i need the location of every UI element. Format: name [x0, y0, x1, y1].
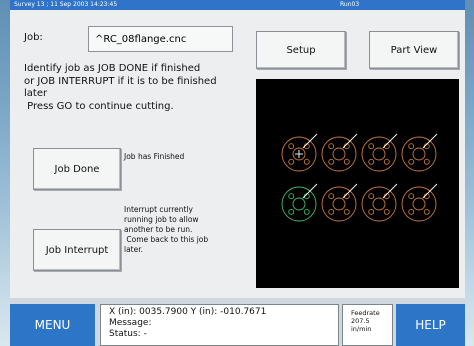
interrupt-desc-line: later. — [124, 245, 144, 254]
title-bar: Survey 13 ; 11 Sep 2003 14:23:45 Run03 — [10, 0, 465, 10]
job-done-description: Job has Finished — [124, 152, 185, 161]
instruction-line: or JOB INTERRUPT if it is to be finished — [24, 75, 217, 87]
flange-part — [361, 133, 398, 172]
feedrate-box: Feedrate 207.5 in/min — [342, 304, 393, 346]
part-preview-drawing — [281, 133, 438, 222]
interrupt-desc-line: Interrupt currently — [124, 205, 193, 214]
message-line: Message: — [109, 318, 152, 328]
help-button[interactable]: HELP — [396, 304, 465, 346]
flange-part — [321, 133, 358, 172]
part-preview-canvas[interactable] — [256, 79, 459, 288]
instruction-line: Press GO to continue cutting. — [24, 100, 174, 112]
setup-button[interactable]: Setup — [256, 31, 346, 69]
interrupt-desc-line: running job to allow — [124, 215, 199, 224]
job-name-field[interactable]: ^RC_08flange.cnc — [88, 26, 233, 52]
feedrate-label: Feedrate — [351, 309, 380, 317]
job-label: Job: — [24, 32, 43, 43]
menu-button[interactable]: MENU — [10, 304, 95, 346]
instruction-line: Identify job as JOB DONE if finished — [24, 63, 201, 74]
instruction-line: later — [24, 88, 48, 99]
flange-part — [281, 183, 318, 222]
title-bar-run: Run03 — [340, 1, 360, 8]
flange-part — [281, 133, 318, 172]
instructions-text: Identify job as JOB DONE if finished or … — [24, 63, 249, 113]
feedrate-unit: in/min — [351, 325, 372, 333]
window-frame: Survey 13 ; 11 Sep 2003 14:23:45 Run03 J… — [10, 0, 465, 346]
feedrate-value: 207.5 — [351, 317, 370, 325]
interrupt-desc-line: another to be run. — [124, 225, 193, 234]
job-interrupt-button[interactable]: Job Interrupt — [33, 229, 121, 271]
title-bar-info: Survey 13 ; 11 Sep 2003 14:23:45 — [14, 1, 118, 8]
flange-part — [401, 133, 438, 172]
status-line: Status: - — [109, 329, 147, 339]
flange-part — [361, 183, 398, 222]
job-interrupt-description: Interrupt currently running job to allow… — [124, 205, 208, 255]
status-panel: X (in): 0035.7900 Y (in): -010.7671 Mess… — [100, 304, 339, 346]
flange-part — [401, 183, 438, 222]
flange-part — [321, 183, 358, 222]
coordinates-readout: X (in): 0035.7900 Y (in): -010.7671 — [109, 307, 267, 317]
part-view-button[interactable]: Part View — [369, 31, 459, 69]
job-done-button[interactable]: Job Done — [33, 148, 121, 190]
interrupt-desc-line: Come back to this job — [124, 235, 209, 244]
